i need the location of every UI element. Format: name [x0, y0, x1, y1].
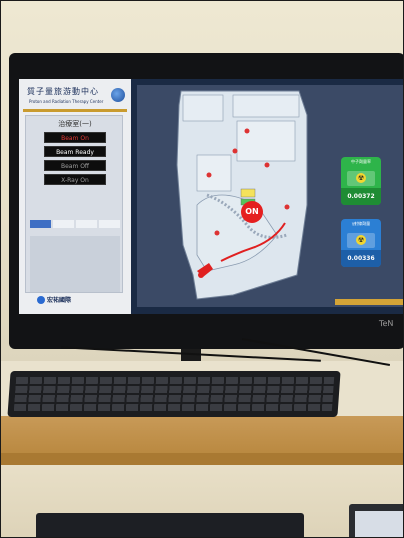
radiation-icon: ☢ — [356, 235, 366, 245]
neutron-dose-value: 0.00372 — [341, 188, 381, 205]
neutron-gauge-title: 中子劑量率 — [351, 159, 371, 164]
status-beam-ready: Beam Ready — [44, 146, 106, 157]
status-panel: 治療室(一) Beam On Beam Ready Beam Off X-Ray… — [25, 115, 123, 293]
photon-dose-gauge: γ射線劑量 ☢ 0.00336 — [341, 219, 381, 267]
photon-dose-value: 0.00336 — [341, 250, 381, 267]
tab-bar — [30, 220, 120, 228]
left-panel: 質子量旅游動中心 Proton and Radiation Therapy Ce… — [19, 79, 131, 314]
shelf-edge — [1, 453, 403, 465]
radiation-icon: ☢ — [356, 173, 366, 183]
tab-2[interactable] — [53, 220, 74, 228]
desk-shelf — [1, 416, 403, 456]
keyboard — [7, 371, 341, 417]
tab-3[interactable] — [76, 220, 97, 228]
tab-1[interactable] — [30, 220, 51, 228]
logo-emblem-icon — [111, 88, 125, 102]
neutron-dose-gauge: 中子劑量率 ☢ 0.00372 — [341, 157, 381, 205]
photo-frame: TeN 質子量旅游動中心 Proton and Radiation Therap… — [0, 0, 404, 538]
company-name: 宏祐國際 — [47, 297, 72, 304]
company-logo-icon — [37, 296, 45, 304]
panel-title: 治療室(一) — [58, 120, 92, 128]
divider — [23, 109, 127, 112]
status-beam-off: Beam Off — [44, 160, 106, 171]
logo: 質子量旅游動中心 Proton and Radiation Therapy Ce… — [23, 83, 127, 111]
status-beam-on: Beam On — [44, 132, 106, 143]
event-list — [30, 236, 120, 292]
lower-monitor — [36, 513, 304, 537]
lower-right-monitor — [349, 504, 403, 537]
monitor-brand: TeN — [378, 318, 394, 329]
tab-4[interactable] — [99, 220, 120, 228]
beam-on-badge: ON — [241, 201, 263, 223]
monitor-screen: 質子量旅游動中心 Proton and Radiation Therapy Ce… — [19, 79, 403, 314]
logo-title-en: Proton and Radiation Therapy Center — [29, 99, 104, 104]
status-xray-on: X-Ray On — [44, 174, 106, 185]
photon-gauge-title: γ射線劑量 — [351, 221, 371, 226]
logo-title-cn: 質子量旅游動中心 — [27, 87, 99, 96]
footer-bar — [335, 299, 403, 305]
